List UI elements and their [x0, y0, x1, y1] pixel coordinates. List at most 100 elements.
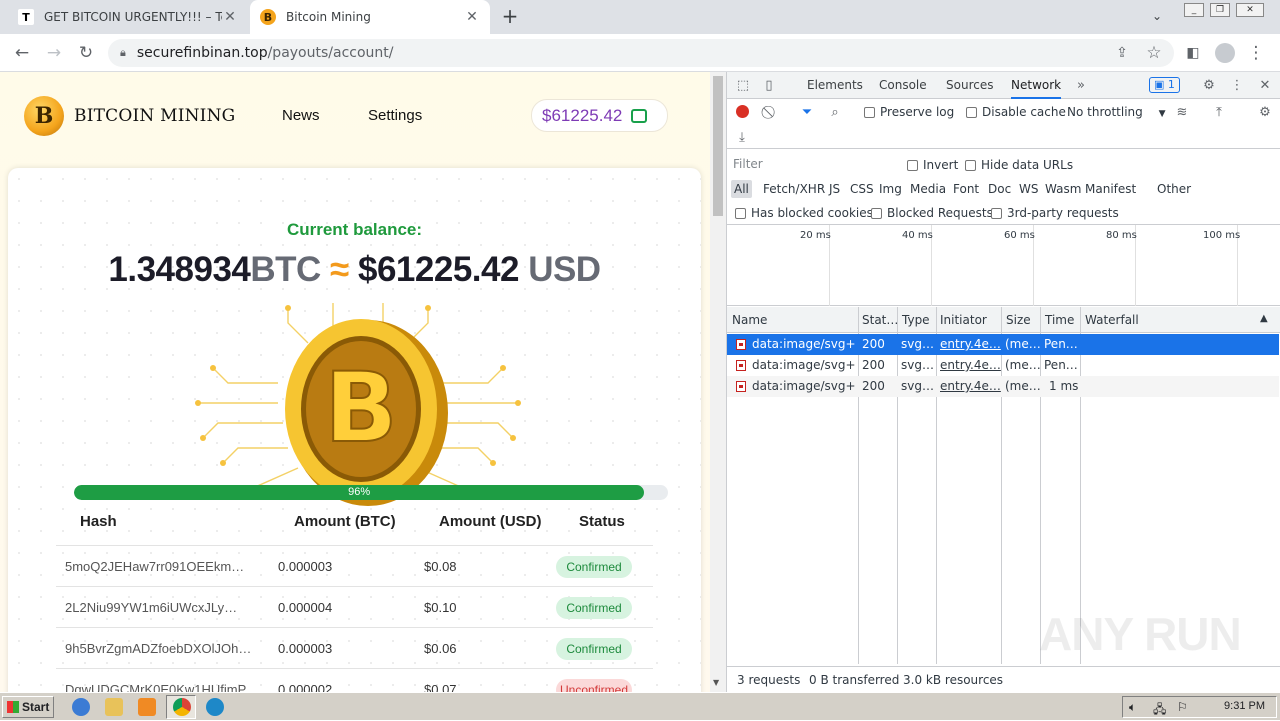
- timeline-tick-label: 20 ms: [800, 230, 831, 241]
- chrome-taskbar-button[interactable]: [166, 695, 196, 719]
- filter-type-all[interactable]: All: [731, 180, 752, 198]
- device-toolbar-icon[interactable]: ▯: [761, 77, 777, 93]
- filter-type-css[interactable]: CSS: [847, 180, 877, 198]
- page-scrollbar-thumb[interactable]: [713, 76, 723, 216]
- minimize-button[interactable]: _: [1184, 3, 1204, 17]
- start-button[interactable]: Start: [2, 696, 54, 718]
- col-size[interactable]: Size: [1006, 313, 1031, 327]
- sort-ascending-icon[interactable]: ▲: [1260, 313, 1268, 324]
- share-icon[interactable]: ⇪: [1110, 41, 1134, 65]
- filter-input[interactable]: Filter: [730, 155, 894, 173]
- page-scrollbar[interactable]: ▼: [710, 72, 726, 692]
- throttling-select[interactable]: No throttling ▼: [1067, 105, 1166, 119]
- settings-gear-icon[interactable]: ⚙: [1201, 77, 1217, 93]
- col-type[interactable]: Type: [902, 313, 930, 327]
- tab-network[interactable]: Network: [1011, 72, 1062, 99]
- col-time[interactable]: Time: [1045, 313, 1074, 327]
- close-tab-icon[interactable]: ✕: [464, 9, 480, 25]
- nav-settings-link[interactable]: Settings: [368, 107, 422, 124]
- media-player-icon[interactable]: [138, 698, 156, 716]
- reload-icon[interactable]: ↻: [74, 41, 98, 65]
- maximize-button[interactable]: ❐: [1210, 3, 1230, 17]
- col-waterfall[interactable]: Waterfall: [1085, 313, 1139, 327]
- devtools-menu-icon[interactable]: ⋮: [1229, 77, 1245, 93]
- blocked-requests-checkbox[interactable]: Blocked Requests: [871, 206, 993, 220]
- action-center-flag-icon[interactable]: ⚐: [1177, 700, 1188, 714]
- taskbar-clock[interactable]: 9:31 PM: [1224, 700, 1265, 712]
- hide-data-urls-checkbox[interactable]: Hide data URLs: [965, 158, 1073, 172]
- side-panel-icon[interactable]: ◧: [1181, 41, 1205, 65]
- filter-type-other[interactable]: Other: [1154, 180, 1194, 198]
- file-explorer-icon[interactable]: [105, 698, 123, 716]
- more-tabs-chevron-icon[interactable]: »: [1073, 77, 1089, 93]
- scroll-down-arrow-icon[interactable]: ▼: [713, 678, 719, 687]
- nav-news-link[interactable]: News: [282, 107, 320, 124]
- col-name[interactable]: Name: [732, 313, 767, 327]
- third-party-requests-checkbox[interactable]: 3rd-party requests: [991, 206, 1119, 220]
- filter-type-media[interactable]: Media: [907, 180, 949, 198]
- close-devtools-icon[interactable]: ✕: [1257, 77, 1273, 93]
- request-row[interactable]: data:image/svg+… 200 svg… entry.4e… (me……: [727, 376, 1279, 397]
- close-tab-icon[interactable]: ✕: [222, 9, 238, 25]
- tab-bitcoin-mining[interactable]: B Bitcoin Mining ✕: [250, 0, 490, 34]
- filter-type-img[interactable]: Img: [876, 180, 905, 198]
- search-icon[interactable]: ⌕: [827, 104, 843, 120]
- bitcoin-favicon-icon: B: [260, 9, 276, 25]
- filter-type-wasm[interactable]: Wasm: [1042, 180, 1084, 198]
- filter-type-doc[interactable]: Doc: [985, 180, 1014, 198]
- filter-type-manifest[interactable]: Manifest: [1082, 180, 1139, 198]
- close-window-button[interactable]: ✕: [1236, 3, 1264, 17]
- address-bar[interactable]: 🔒︎ securefinbinan.top/payouts/account/: [108, 39, 1174, 67]
- table-row[interactable]: DqwUDGCMrK0E0Kw1HUfimP… 0.000002 $0.07 U…: [56, 668, 653, 692]
- export-har-icon[interactable]: ⤓: [734, 129, 750, 145]
- col-initiator[interactable]: Initiator: [940, 313, 987, 327]
- edge-icon[interactable]: [206, 698, 224, 716]
- request-row[interactable]: data:image/svg+… 200 svg… entry.4e… (me……: [727, 334, 1279, 355]
- request-type: svg…: [901, 337, 934, 351]
- new-tab-button[interactable]: +: [500, 6, 520, 26]
- preserve-log-label: Preserve log: [880, 105, 955, 119]
- tab-console[interactable]: Console: [879, 72, 927, 99]
- disable-cache-checkbox[interactable]: Disable cache: [966, 105, 1066, 119]
- internet-explorer-icon[interactable]: [72, 698, 90, 716]
- filter-type-ws[interactable]: WS: [1016, 180, 1041, 198]
- inspect-element-icon[interactable]: ⬚: [735, 77, 751, 93]
- filter-type-fetch-xhr[interactable]: Fetch/XHR: [760, 180, 828, 198]
- volume-icon[interactable]: 🔈︎: [1129, 700, 1136, 715]
- table-row[interactable]: 2L2Niu99YW1m6iUWcxJLy… 0.000004 $0.10 Co…: [56, 586, 653, 627]
- balance-card: Current balance: 1.348934BTC ≈ $61225.42…: [8, 168, 701, 692]
- profile-avatar-icon[interactable]: [1213, 41, 1237, 65]
- bookmark-star-icon[interactable]: ☆: [1142, 41, 1166, 65]
- chrome-menu-icon[interactable]: ⋮: [1244, 41, 1268, 65]
- request-initiator-link[interactable]: entry.4e…: [940, 337, 1001, 351]
- table-row[interactable]: 5moQ2JEHaw7rr091OEEkm… 0.000003 $0.08 Co…: [56, 545, 653, 586]
- has-blocked-cookies-checkbox[interactable]: Has blocked cookies: [735, 206, 873, 220]
- invert-checkbox[interactable]: Invert: [907, 158, 958, 172]
- request-initiator-link[interactable]: entry.4e…: [940, 358, 1001, 372]
- request-row[interactable]: data:image/svg+… 200 svg… entry.4e… (me……: [727, 355, 1279, 376]
- back-arrow-icon[interactable]: ←: [10, 41, 34, 65]
- tab-telegraph[interactable]: T GET BITCOIN URGENTLY!!! – Telegra ✕: [8, 0, 248, 34]
- network-icon[interactable]: 🖧: [1153, 700, 1166, 721]
- request-initiator-link[interactable]: entry.4e…: [940, 379, 1001, 393]
- forward-arrow-icon[interactable]: →: [42, 41, 66, 65]
- header-balance-pill[interactable]: $61225.42: [531, 99, 668, 132]
- tab-search-chevron-icon[interactable]: ⌄: [1152, 9, 1162, 23]
- import-har-icon[interactable]: ⤒: [1211, 104, 1227, 120]
- preserve-log-checkbox[interactable]: Preserve log: [864, 105, 954, 119]
- network-settings-icon[interactable]: ⚙: [1257, 104, 1273, 120]
- filter-type-js[interactable]: JS: [826, 180, 843, 198]
- filter-funnel-icon[interactable]: ⏷: [799, 104, 815, 120]
- tab-sources[interactable]: Sources: [946, 72, 993, 99]
- filter-type-font[interactable]: Font: [950, 180, 982, 198]
- issues-badge[interactable]: ▣ 1: [1149, 77, 1180, 93]
- site-logo[interactable]: B BITCOIN MINING: [24, 96, 235, 136]
- network-overview-timeline[interactable]: 20 ms 40 ms 60 ms 80 ms 100 ms: [727, 225, 1280, 306]
- record-icon[interactable]: [736, 105, 749, 118]
- table-row[interactable]: 9h5BvrZgmADZfoebDXOlJOh… 0.000003 $0.06 …: [56, 627, 653, 668]
- col-status[interactable]: Stat…: [862, 313, 898, 327]
- tab-elements[interactable]: Elements: [807, 72, 863, 99]
- network-conditions-icon[interactable]: ≋: [1174, 104, 1190, 120]
- clear-icon[interactable]: ⃠: [763, 104, 779, 120]
- wallet-icon: [631, 108, 648, 123]
